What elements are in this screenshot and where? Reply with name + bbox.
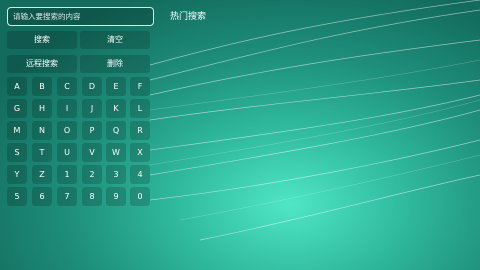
key-h[interactable]: H — [32, 99, 52, 118]
key-9[interactable]: 9 — [106, 187, 126, 206]
key-f[interactable]: F — [130, 77, 150, 96]
key-8[interactable]: 8 — [82, 187, 102, 206]
key-s[interactable]: S — [7, 143, 27, 162]
key-l[interactable]: L — [130, 99, 150, 118]
hot-search-title: 热门搜索 — [170, 12, 207, 22]
key-v[interactable]: V — [82, 143, 102, 162]
key-5[interactable]: 5 — [7, 187, 27, 206]
key-0[interactable]: 0 — [130, 187, 150, 206]
key-w[interactable]: W — [106, 143, 126, 162]
key-2[interactable]: 2 — [82, 165, 102, 184]
key-j[interactable]: J — [82, 99, 102, 118]
key-n[interactable]: N — [32, 121, 52, 140]
key-a[interactable]: A — [7, 77, 27, 96]
key-g[interactable]: G — [7, 99, 27, 118]
key-i[interactable]: I — [57, 99, 77, 118]
key-x[interactable]: X — [130, 143, 150, 162]
key-z[interactable]: Z — [32, 165, 52, 184]
key-u[interactable]: U — [57, 143, 77, 162]
clear-button[interactable]: 清空 — [80, 31, 150, 49]
key-3[interactable]: 3 — [106, 165, 126, 184]
search-input[interactable]: 请输入要搜索的内容 — [7, 7, 154, 26]
key-b[interactable]: B — [32, 77, 52, 96]
key-t[interactable]: T — [32, 143, 52, 162]
key-k[interactable]: K — [106, 99, 126, 118]
key-7[interactable]: 7 — [57, 187, 77, 206]
delete-button[interactable]: 删除 — [80, 55, 150, 73]
key-m[interactable]: M — [7, 121, 27, 140]
key-o[interactable]: O — [57, 121, 77, 140]
key-1[interactable]: 1 — [57, 165, 77, 184]
remote-search-button[interactable]: 远程搜索 — [7, 55, 77, 73]
key-e[interactable]: E — [106, 77, 126, 96]
key-d[interactable]: D — [82, 77, 102, 96]
key-r[interactable]: R — [130, 121, 150, 140]
key-c[interactable]: C — [57, 77, 77, 96]
key-y[interactable]: Y — [7, 165, 27, 184]
key-6[interactable]: 6 — [32, 187, 52, 206]
key-p[interactable]: P — [82, 121, 102, 140]
search-button[interactable]: 搜索 — [7, 31, 77, 49]
key-4[interactable]: 4 — [130, 165, 150, 184]
key-q[interactable]: Q — [106, 121, 126, 140]
